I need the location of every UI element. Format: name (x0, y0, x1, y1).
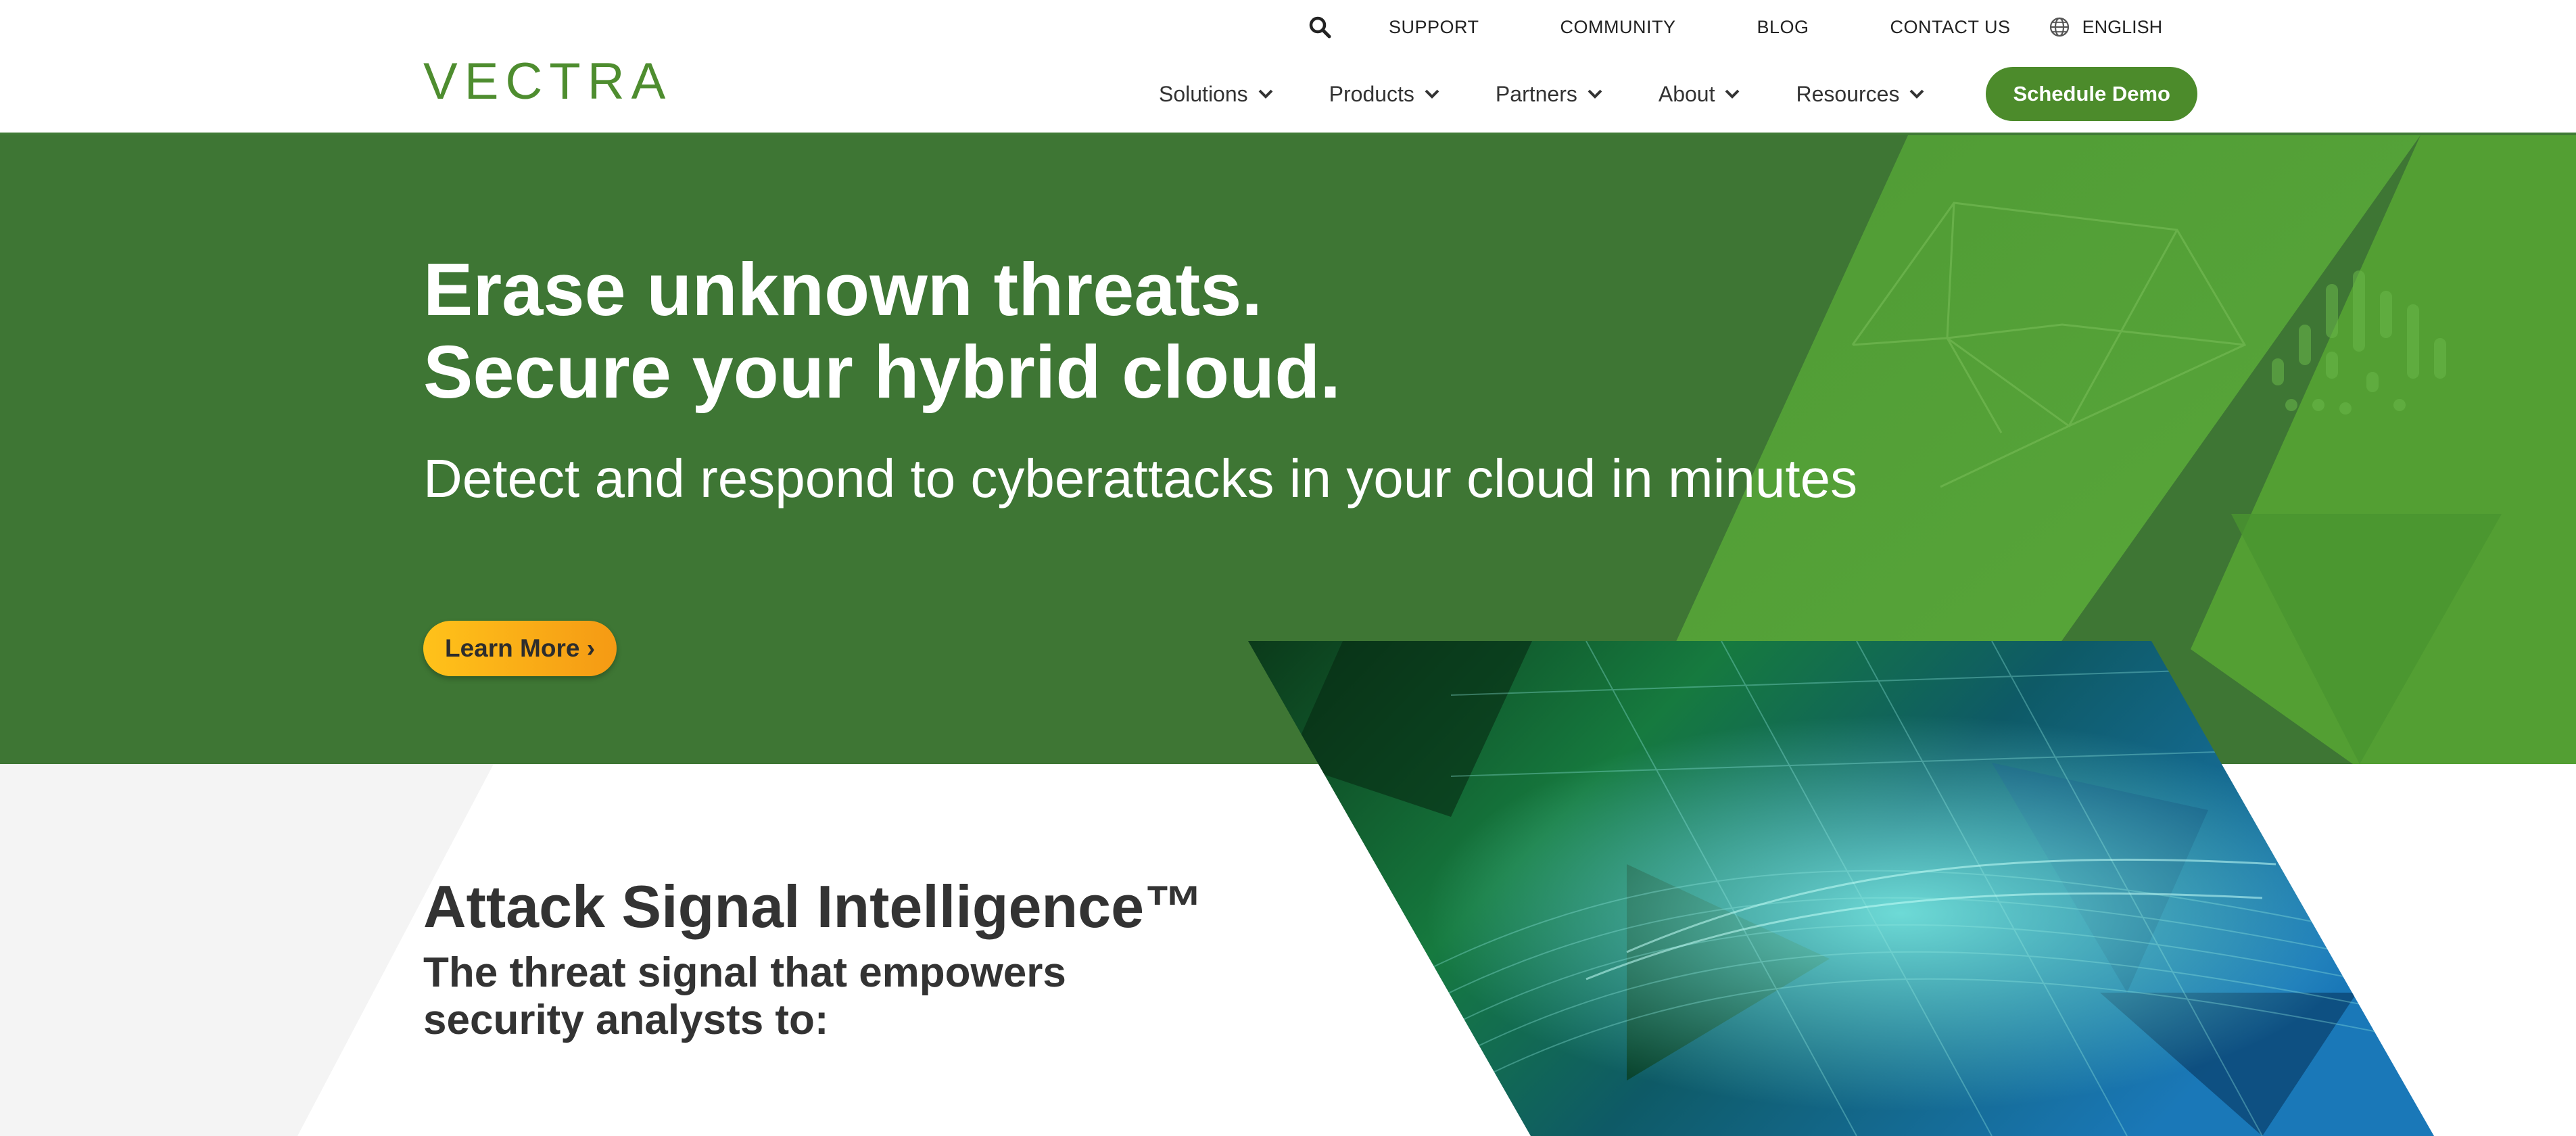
nav-item-label: About (1658, 81, 1715, 106)
hero-title-line1: Erase unknown threats. (423, 248, 1262, 331)
site-header: SUPPORT COMMUNITY BLOG CONTACT US ENGLIS… (0, 0, 2576, 135)
chevron-down-icon (1725, 89, 1740, 99)
utility-link-blog[interactable]: BLOG (1757, 17, 1809, 38)
hero-title: Erase unknown threats. Secure your hybri… (423, 249, 1341, 414)
vectra-logo[interactable]: VECTRA (423, 56, 672, 108)
chevron-down-icon (1425, 89, 1439, 99)
section-title: Attack Signal Intelligence™ (423, 873, 1204, 940)
section-subtitle: The threat signal that empowers security… (423, 949, 1066, 1043)
utility-link-contact[interactable]: CONTACT US (1890, 17, 2011, 38)
nav-item-label: Solutions (1159, 81, 1248, 106)
nav-item-about[interactable]: About (1659, 82, 1741, 107)
nav-item-resources[interactable]: Resources (1796, 82, 1925, 107)
learn-more-button[interactable]: Learn More › (423, 621, 617, 676)
search-icon (1309, 16, 1331, 39)
nav-item-label: Resources (1796, 81, 1900, 106)
nav-item-label: Partners (1495, 81, 1577, 106)
nav-item-partners[interactable]: Partners (1496, 82, 1603, 107)
main-nav: Solutions Products Partners About Resour… (1159, 66, 2197, 122)
utility-link-support[interactable]: SUPPORT (1389, 17, 1479, 38)
nav-item-label: Products (1329, 81, 1414, 106)
schedule-demo-button[interactable]: Schedule Demo (1986, 67, 2197, 121)
utility-link-community[interactable]: COMMUNITY (1560, 17, 1676, 38)
search-button[interactable] (1305, 12, 1335, 42)
nav-item-products[interactable]: Products (1329, 82, 1440, 107)
hybrid-cloud-feature-image (1248, 641, 2434, 1136)
language-label: ENGLISH (2082, 16, 2163, 37)
hero-subtitle: Detect and respond to cyberattacks in yo… (423, 448, 1858, 508)
nav-item-solutions[interactable]: Solutions (1159, 82, 1274, 107)
hero-title-line2: Secure your hybrid cloud. (423, 331, 1341, 414)
utility-bar: SUPPORT COMMUNITY BLOG CONTACT US ENGLIS… (1305, 12, 2162, 42)
globe-icon (2049, 17, 2069, 37)
chevron-down-icon (1588, 89, 1602, 99)
chevron-down-icon (1910, 89, 1924, 99)
chevron-down-icon (1258, 89, 1273, 99)
language-selector[interactable]: ENGLISH (2049, 16, 2163, 38)
logo-text: VECTRA (423, 53, 673, 110)
